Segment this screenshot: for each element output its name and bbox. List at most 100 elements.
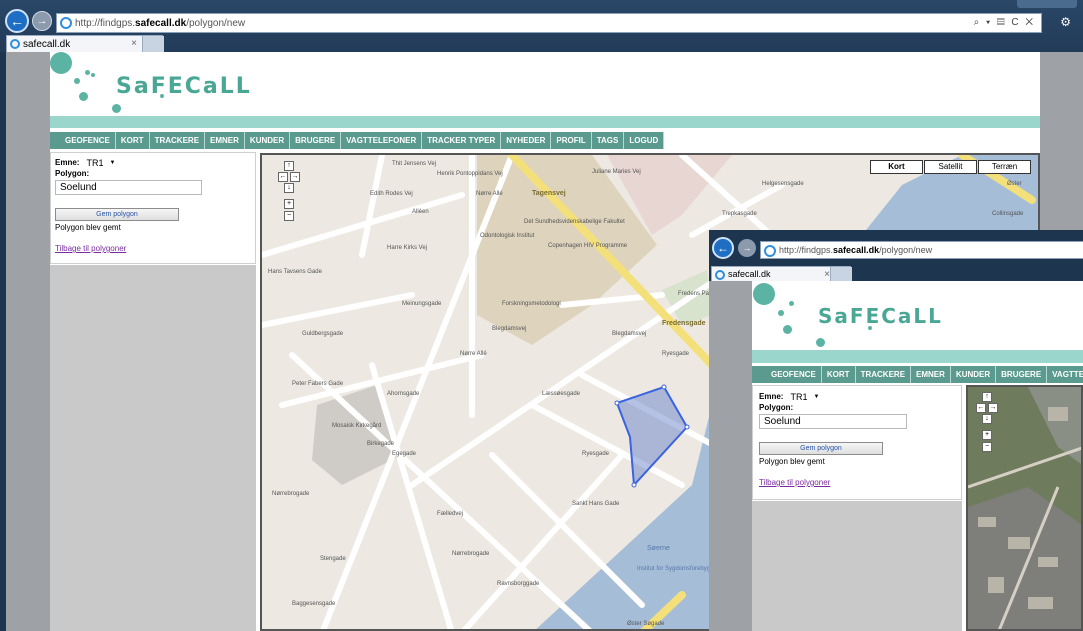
satellite-roof <box>1028 597 1053 609</box>
polygon-label: Polygon: <box>55 169 90 178</box>
nav-item-geofence[interactable]: GEOFENCE <box>60 132 116 149</box>
street <box>262 292 415 328</box>
map-label-thit-jensens: Thit Jensens Vej <box>392 161 436 167</box>
polygon-vertex[interactable] <box>631 482 637 488</box>
map-label-norrebrogade-south: Nørrebrogade <box>452 551 490 557</box>
site-header: SaFECaLL <box>50 52 1040 117</box>
zoom-out-icon[interactable]: − <box>982 442 992 452</box>
pan-up-icon[interactable]: ↑ <box>284 161 294 171</box>
map-label-hans-tavsens: Hans Tavsens Gade <box>268 269 323 275</box>
back-arrow-icon[interactable]: ← <box>712 237 734 259</box>
ie-logo-icon <box>60 17 72 29</box>
nav-item-emner[interactable]: EMNER <box>911 366 951 383</box>
map-label-norre-alle-south: Nørre Allé <box>460 351 487 357</box>
pan-right-icon[interactable]: → <box>988 403 998 413</box>
tab-favicon-icon <box>10 39 20 49</box>
nav-item-vagttelefoner[interactable]: VAGTTELEFONER <box>341 132 423 149</box>
nav-item-geofence[interactable]: GEOFENCE <box>766 366 822 383</box>
map-label-helgesensgade: Helgesensgade <box>762 181 804 187</box>
map-label-fredensgade: Fredensgade <box>662 320 706 327</box>
map-label-juliane-maries: Juliane Maries Vej <box>592 169 641 175</box>
map-label-edith-rodes: Edith Rodes Vej <box>370 191 413 197</box>
satellite-roof <box>978 517 996 527</box>
tab-favicon-icon <box>715 270 725 280</box>
pan-up-icon[interactable]: ↑ <box>982 392 992 402</box>
map-label-baggesensgade: Baggesensgade <box>292 601 336 607</box>
save-polygon-button[interactable]: Gem polygon <box>759 442 883 455</box>
saved-message: Polygon blev gemt <box>759 457 825 466</box>
main-nav: GEOFENCE KORT TRACKERE EMNER KUNDER BRUG… <box>50 132 1040 149</box>
zoom-in-icon[interactable]: + <box>284 199 294 209</box>
url-prefix: http://findgps. <box>75 17 136 29</box>
nav-item-logud[interactable]: LOGUD <box>624 132 665 149</box>
map-label-ryesgade: Ryesgade <box>582 451 610 457</box>
emne-select[interactable]: TR1 ▼ <box>82 156 120 169</box>
nav-item-profil[interactable]: PROFIL <box>551 132 592 149</box>
saved-message: Polygon blev gemt <box>55 223 121 232</box>
forward-arrow-icon[interactable]: → <box>738 239 756 257</box>
back-arrow-icon[interactable]: ← <box>5 9 29 33</box>
nav-item-trackere[interactable]: TRACKERE <box>856 366 912 383</box>
nav-item-brugere[interactable]: BRUGERE <box>290 132 342 149</box>
map-label-blegdamsvej: Blegdamsvej <box>492 326 526 332</box>
new-tab-button[interactable] <box>142 36 164 52</box>
url-path: /polygon/new <box>186 17 246 29</box>
nav-item-brugere[interactable]: BRUGERE <box>996 366 1048 383</box>
window-controls[interactable] <box>1017 0 1077 8</box>
polygon-name-input[interactable]: Soelund <box>759 414 907 429</box>
polygon-name-input[interactable]: Soelund <box>55 180 202 195</box>
nav-item-kort[interactable]: KORT <box>115 132 150 149</box>
nav-item-trackere[interactable]: TRACKERE <box>149 132 206 149</box>
zoom-in-icon[interactable]: + <box>982 430 992 440</box>
nav-item-tracker-typer[interactable]: TRACKER TYPER <box>422 132 502 149</box>
overlay-url-path: /polygon/new <box>879 245 933 255</box>
close-tab-icon[interactable]: × <box>131 38 137 49</box>
forward-arrow-icon[interactable]: → <box>32 11 52 31</box>
overlay-screenshot: ← → http://findgps. safecall.dk/polygon/n… <box>709 230 1083 631</box>
back-to-polygons-link[interactable]: Tilbage til polygoner <box>759 478 955 487</box>
pan-down-icon[interactable]: ↓ <box>982 414 992 424</box>
nav-item-vagttelefoner[interactable]: VAGTTELEFONER <box>1047 366 1083 383</box>
logo[interactable]: SaFECaLL <box>116 74 252 99</box>
browser-tab[interactable]: safecall.dk × <box>6 35 164 52</box>
save-polygon-button[interactable]: Gem polygon <box>55 208 179 221</box>
nav-item-kunder[interactable]: KUNDER <box>244 132 291 149</box>
overlay-browser-tab[interactable]: safecall.dk × <box>711 266 852 283</box>
polygon-vertex[interactable] <box>661 384 667 390</box>
satellite-roof <box>1038 557 1058 567</box>
nav-item-kort[interactable]: KORT <box>822 366 856 383</box>
overlay-left-gray-area <box>752 501 962 631</box>
map-label-soerne: Søerne <box>647 545 670 552</box>
nav-item-kunder[interactable]: KUNDER <box>951 366 997 383</box>
pan-left-icon[interactable]: ← <box>278 172 288 182</box>
address-bar[interactable]: http://findgps. safecall.dk/polygon/new ⌕… <box>56 13 1042 33</box>
overlay-address-bar[interactable]: http://findgps. safecall.dk/polygon/new <box>760 241 1083 259</box>
chevron-down-icon: ▼ <box>109 159 116 166</box>
overlay-logo[interactable]: SaFECaLL <box>818 304 943 328</box>
map-type-satellit[interactable]: Satellit <box>924 160 977 174</box>
map-type-kort[interactable]: Kort <box>870 160 923 174</box>
street <box>689 182 785 238</box>
map-type-terraen[interactable]: Terræn <box>978 160 1031 174</box>
nav-item-nyheder[interactable]: NYHEDER <box>501 132 552 149</box>
map-label-blegdamsvej-east: Blegdamsvej <box>612 331 646 337</box>
pan-left-icon[interactable]: ← <box>976 403 986 413</box>
logo-dot <box>789 301 794 306</box>
map-label-uni: Det Sundhedsvidenskabelige Fakultet <box>524 219 625 225</box>
pan-down-icon[interactable]: ↓ <box>284 183 294 193</box>
map-label-peter-fabers: Peter Fabers Gade <box>292 381 344 387</box>
back-to-polygons-link[interactable]: Tilbage til polygoner <box>55 244 251 253</box>
overlay-page: SaFECaLL GEOFENCE KORT TRACKERE EMNER KU… <box>709 281 1083 631</box>
polygon-vertex[interactable] <box>614 400 620 406</box>
zoom-out-icon[interactable]: − <box>284 211 294 221</box>
nav-item-tags[interactable]: TAGS <box>591 132 625 149</box>
map-label-meinungsgade: Meinungsgade <box>402 301 442 307</box>
emne-select[interactable]: TR1 ▼ <box>786 390 824 403</box>
satellite-map-canvas[interactable]: ↑ ← → ↓ + − <box>966 385 1083 631</box>
home-star-gear-icons[interactable]: ⌂ ★ ⚙ <box>1004 15 1079 29</box>
nav-item-emner[interactable]: EMNER <box>205 132 245 149</box>
polygon-vertex[interactable] <box>684 424 690 430</box>
overlay-form-panel: Emne: TR1 ▼ Polygon: Soelund Gem polygon … <box>752 385 962 500</box>
overlay-tab-title: safecall.dk <box>728 269 771 279</box>
pan-right-icon[interactable]: → <box>290 172 300 182</box>
